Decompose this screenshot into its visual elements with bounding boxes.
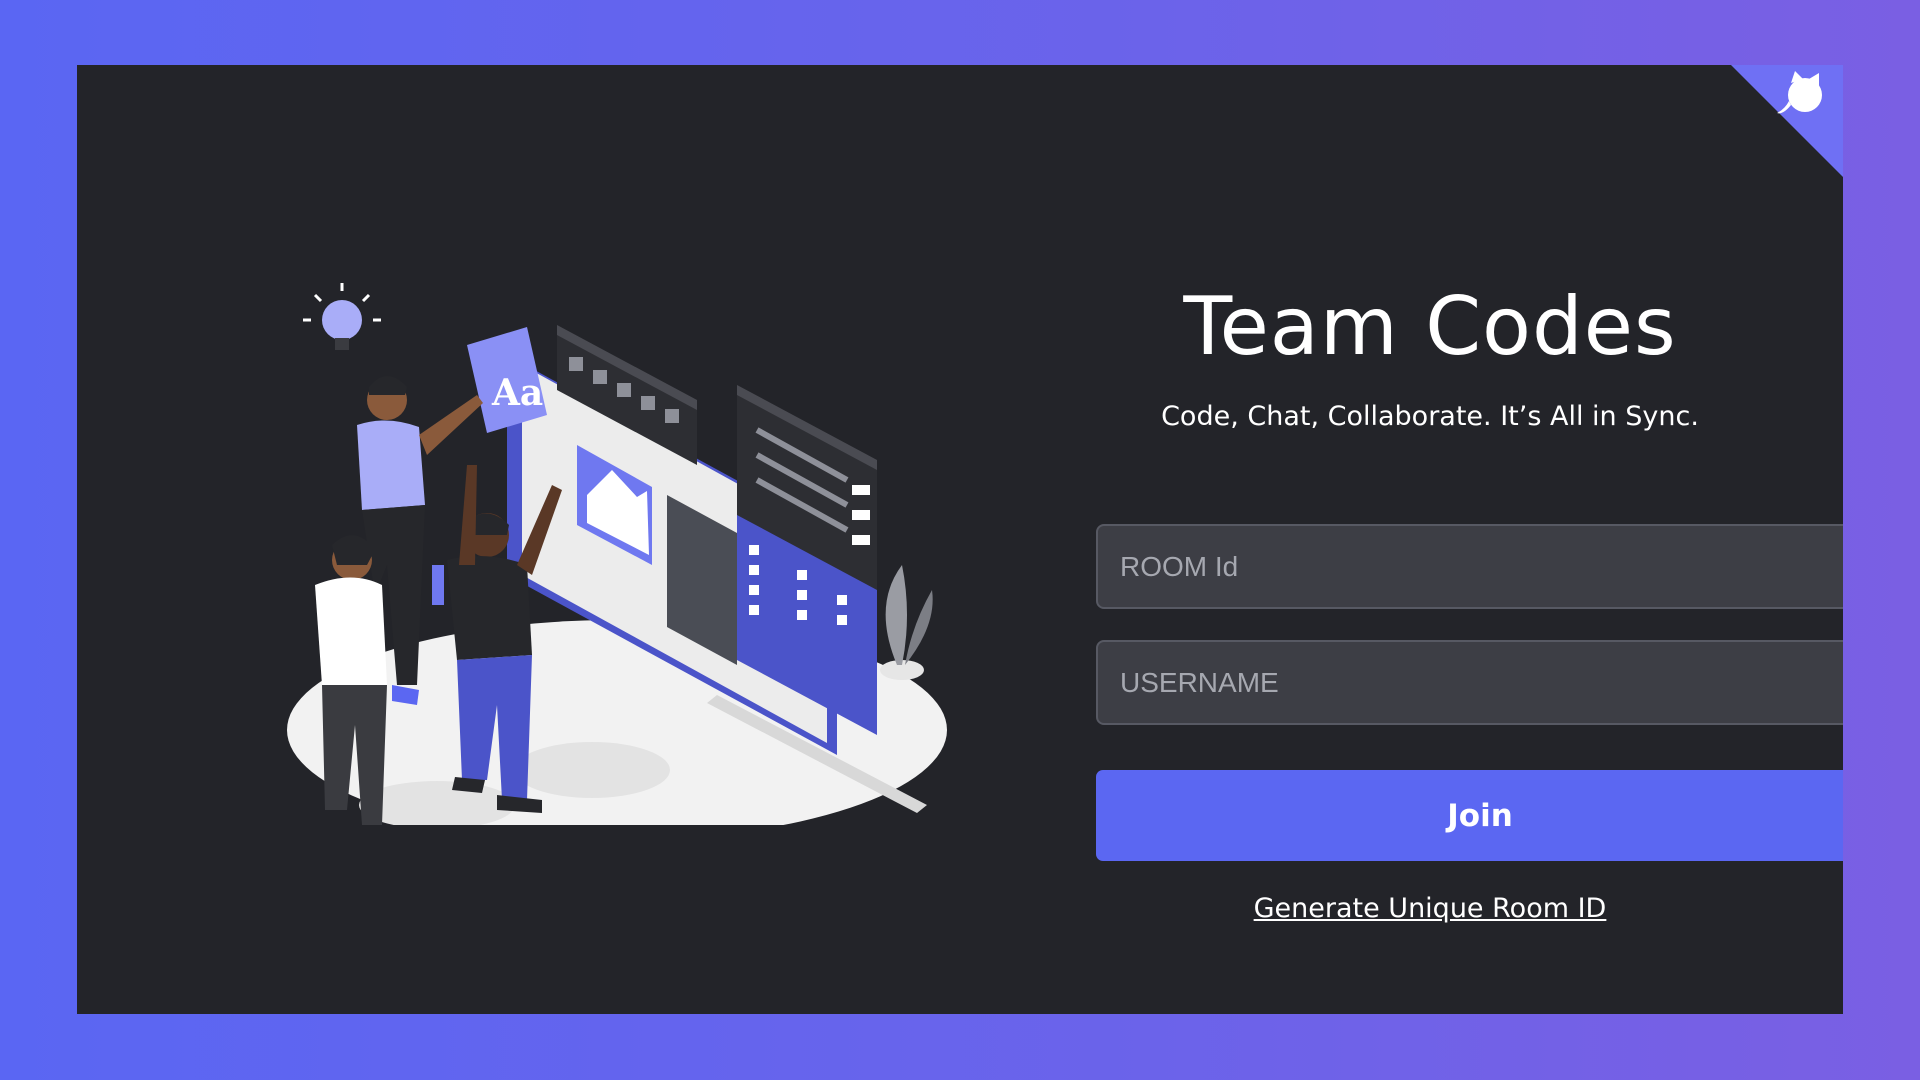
team-collaboration-illustration: Aa [287, 283, 947, 825]
app-title: Team Codes [1183, 280, 1677, 373]
font-card-icon: Aa [467, 327, 547, 433]
plant-icon [880, 565, 933, 680]
join-form-panel: Team Codes Code, Chat, Collaborate. It’s… [1017, 65, 1843, 1014]
svg-text:Aa: Aa [491, 372, 543, 414]
login-card: Aa Team Codes Code, Chat, Collaborate. I… [77, 65, 1843, 1014]
room-id-input[interactable] [1096, 524, 1843, 609]
app-tagline: Code, Chat, Collaborate. It’s All in Syn… [1161, 401, 1699, 432]
join-button[interactable]: Join [1096, 770, 1843, 861]
generate-room-id-link[interactable]: Generate Unique Room ID [1017, 893, 1843, 924]
username-input[interactable] [1096, 640, 1843, 725]
lightbulb-icon [303, 283, 381, 350]
